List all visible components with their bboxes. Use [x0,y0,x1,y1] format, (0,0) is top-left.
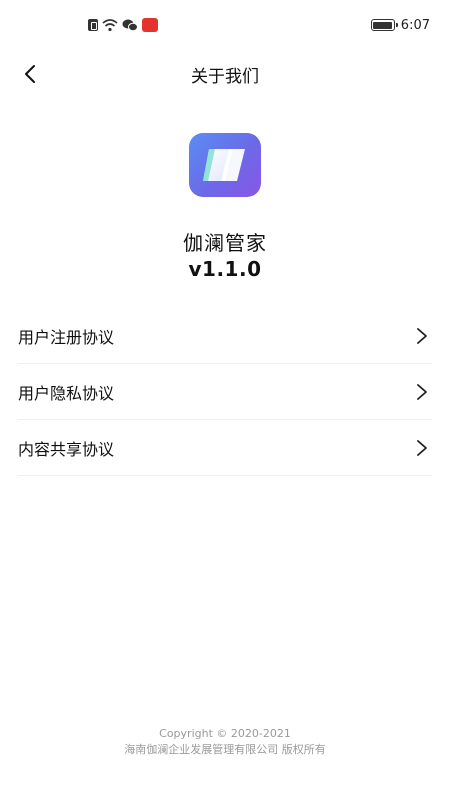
app-logo-graphic [203,149,245,181]
menu-item-registration-agreement[interactable]: 用户注册协议 [18,309,432,364]
nav-bar: 关于我们 [0,50,450,98]
app-logo-icon [189,133,261,197]
battery-icon [370,19,398,31]
sim-card-icon [88,19,98,31]
menu-item-privacy-agreement[interactable]: 用户隐私协议 [18,365,432,420]
footer-copyright: Copyright © 2020-2021 [159,727,291,740]
app-name: 伽澜管家 [183,231,267,255]
agreement-list: 用户注册协议 用户隐私协议 内容共享协议 [18,309,432,477]
chevron-right-icon [417,440,427,456]
status-bar: 6:07 [0,0,450,48]
page-title: 关于我们 [191,67,259,87]
menu-item-content-sharing-agreement[interactable]: 内容共享协议 [18,421,432,476]
footer: Copyright © 2020-2021 海南伽澜企业发展管理有限公司 版权所… [0,726,450,758]
chevron-right-icon [417,384,427,400]
status-icons-right: 6:07 [370,15,430,35]
menu-item-label: 用户隐私协议 [18,384,115,403]
wechat-icon [122,19,138,32]
wifi-icon [102,19,118,32]
chevron-right-icon [417,328,427,344]
app-version: v1.1.0 [188,257,262,281]
status-icons-left [88,15,158,35]
menu-item-label: 用户注册协议 [18,328,115,347]
footer-company: 海南伽澜企业发展管理有限公司 版权所有 [124,743,326,756]
menu-item-label: 内容共享协议 [18,440,115,459]
app-notification-icon [142,18,158,32]
status-time: 6:07 [400,17,430,33]
